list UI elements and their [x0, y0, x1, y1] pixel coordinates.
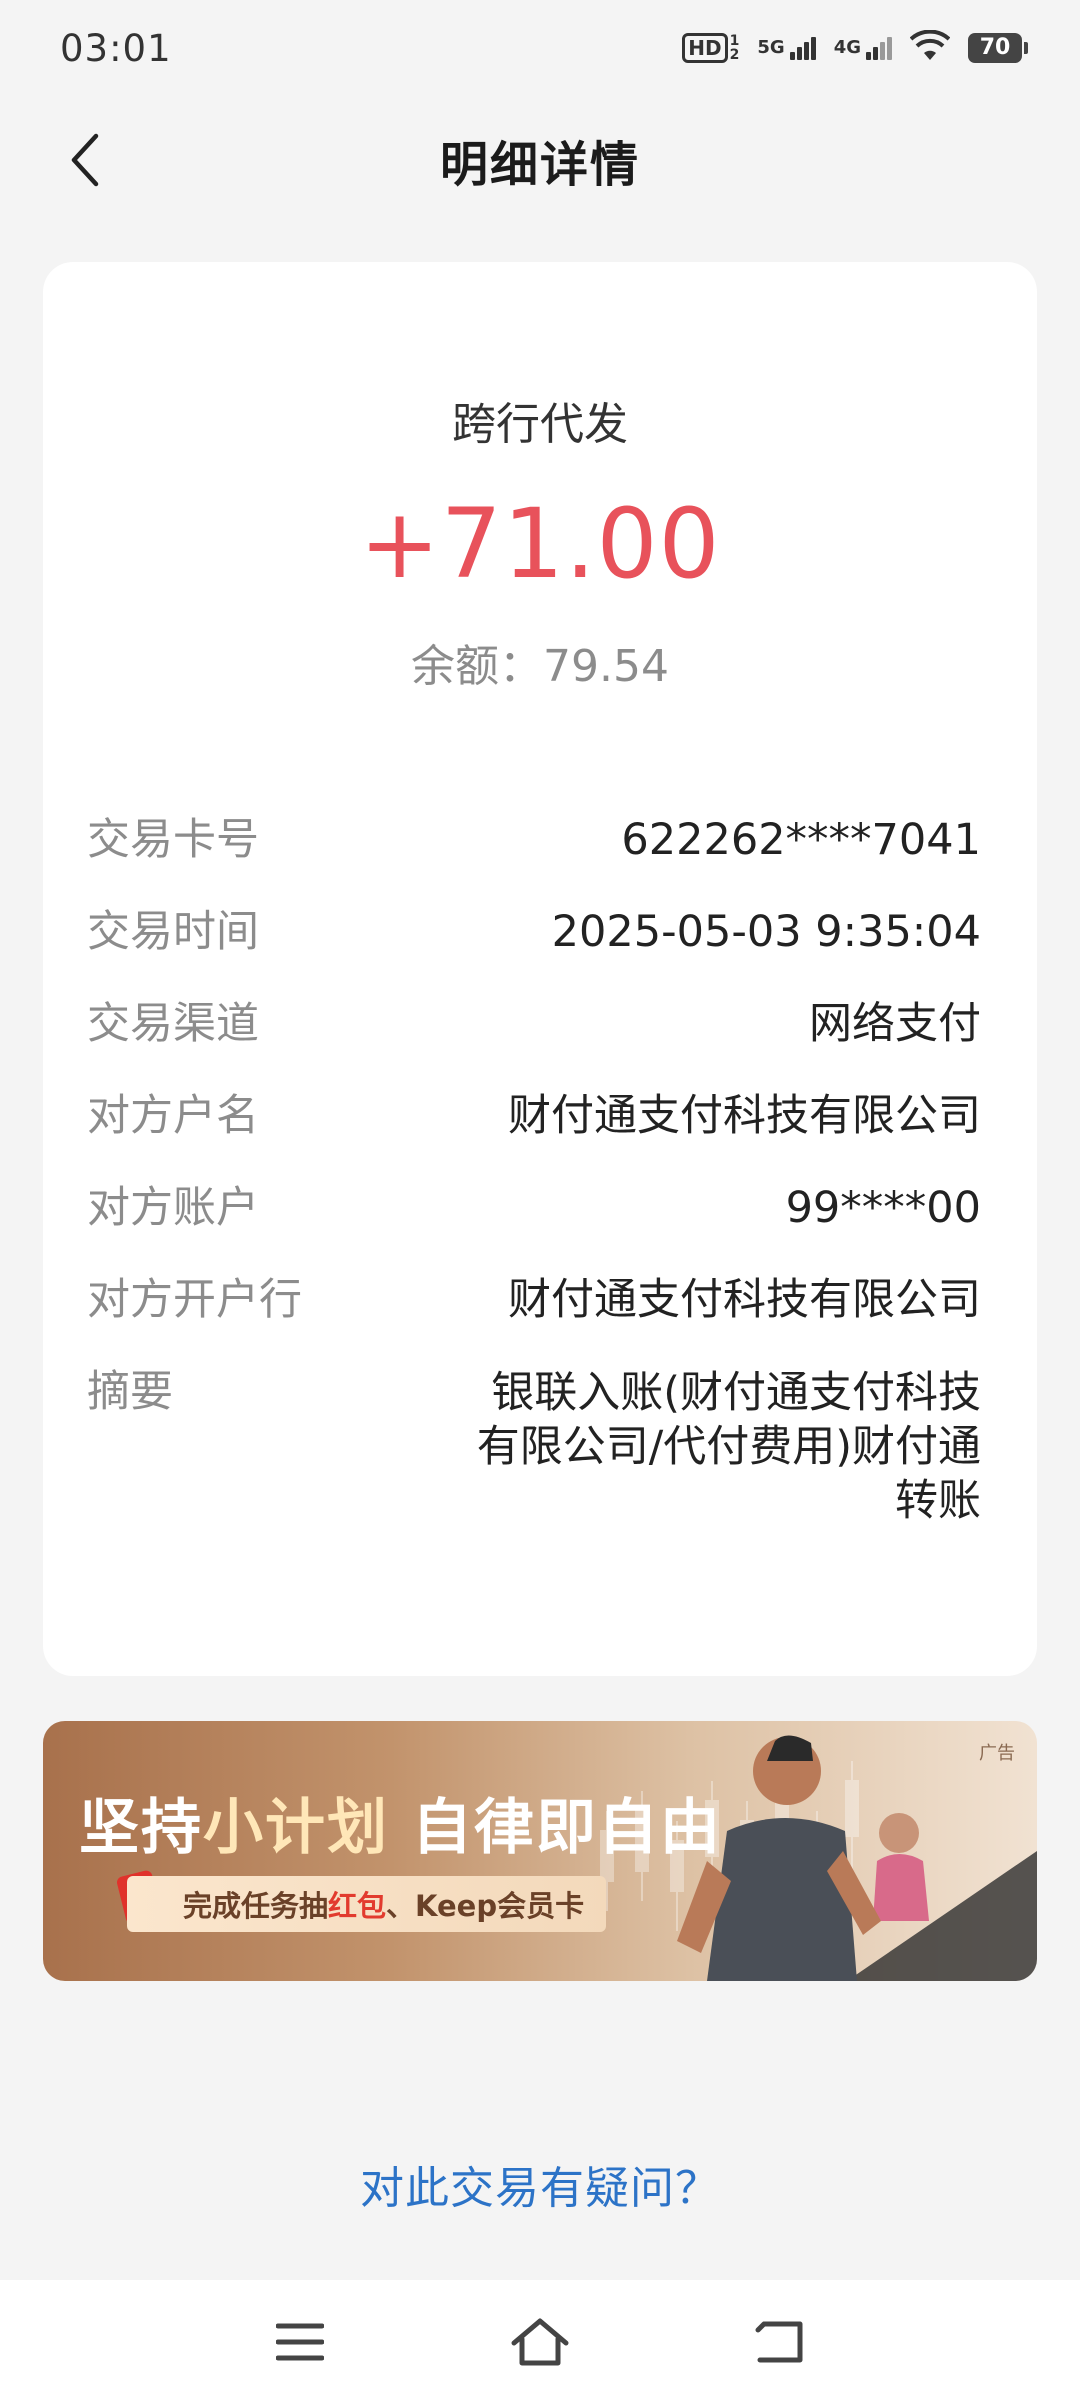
question-link[interactable]: 对此交易有疑问？	[0, 2152, 1080, 2216]
status-icons: HD 1 2 5G 4G 70	[682, 29, 1028, 66]
network-label-1: 5G	[757, 36, 785, 58]
screen: 03:01 HD 1 2 5G 4G 70 明细详情 跨行代发 +71.00 余…	[0, 0, 1080, 2404]
detail-label: 摘要	[87, 1367, 173, 1417]
nav-home-button[interactable]	[500, 2302, 580, 2382]
detail-label: 交易时间	[87, 907, 259, 957]
header: 明细详情	[0, 96, 1080, 224]
detail-row-channel: 交易渠道 网络支付	[87, 998, 981, 1090]
ad-title: 坚持小计划 自律即自由	[79, 1793, 722, 1863]
detail-value: 99****00	[785, 1183, 981, 1233]
transaction-balance: 余额：79.54	[411, 641, 669, 692]
detail-value: 2025-05-03 9:35:04	[551, 907, 981, 957]
back-button[interactable]	[56, 128, 116, 192]
chevron-left-icon	[71, 133, 99, 187]
detail-row-counterparty-name: 对方户名 财付通支付科技有限公司	[87, 1090, 981, 1182]
detail-value: 财付通支付科技有限公司	[508, 1091, 981, 1141]
transaction-amount: +71.00	[359, 488, 721, 600]
detail-value: 银联入账(财付通支付科技有限公司/代付费用)财付通转账	[476, 1368, 981, 1526]
transaction-type: 跨行代发	[452, 399, 628, 450]
home-icon	[511, 2318, 569, 2366]
detail-row-memo: 摘要 银联入账(财付通支付科技有限公司/代付费用)财付通转账	[87, 1366, 981, 1526]
nav-back-button[interactable]	[740, 2302, 820, 2382]
wifi-icon	[909, 29, 951, 66]
network-label-2: 4G	[833, 36, 861, 58]
detail-label: 对方开户行	[87, 1275, 302, 1325]
status-bar: 03:01 HD 1 2 5G 4G 70	[0, 0, 1080, 96]
status-time: 03:01	[60, 26, 172, 70]
detail-row-card-number: 交易卡号 622262****7041	[87, 814, 981, 906]
hd-icon: HD 1 2	[682, 33, 739, 63]
back-icon	[755, 2321, 803, 2363]
detail-value: 622262****7041	[621, 815, 981, 865]
nav-menu-button[interactable]	[260, 2302, 340, 2382]
detail-row-counterparty-bank: 对方开户行 财付通支付科技有限公司	[87, 1274, 981, 1366]
ad-subtitle: 完成任务抽 红包 、Keep会员卡	[127, 1876, 607, 1932]
detail-value: 网络支付	[809, 999, 981, 1049]
detail-row-time: 交易时间 2025-05-03 9:35:04	[87, 906, 981, 998]
ad-banner[interactable]: 广告 坚持小计划 自律即自由 完成任务抽 红包 、Keep会员卡	[43, 1721, 1037, 1981]
signal-icon-2: 4G	[833, 36, 892, 60]
detail-row-counterparty-account: 对方账户 99****00	[87, 1182, 981, 1274]
menu-icon	[276, 2323, 324, 2361]
page-title: 明细详情	[439, 137, 640, 193]
detail-value: 财付通支付科技有限公司	[508, 1275, 981, 1325]
detail-list: 交易卡号 622262****7041 交易时间 2025-05-03 9:35…	[87, 814, 981, 1526]
detail-label: 对方户名	[87, 1091, 259, 1141]
transaction-card: 跨行代发 +71.00 余额：79.54 交易卡号 622262****7041…	[43, 262, 1037, 1676]
detail-label: 交易卡号	[87, 815, 259, 865]
detail-label: 对方账户	[87, 1183, 259, 1233]
battery-icon: 70	[968, 33, 1028, 63]
nav-bar	[0, 2280, 1080, 2404]
signal-icon: 5G	[757, 36, 816, 60]
runners-illustration	[677, 1735, 1037, 1981]
detail-label: 交易渠道	[87, 999, 259, 1049]
